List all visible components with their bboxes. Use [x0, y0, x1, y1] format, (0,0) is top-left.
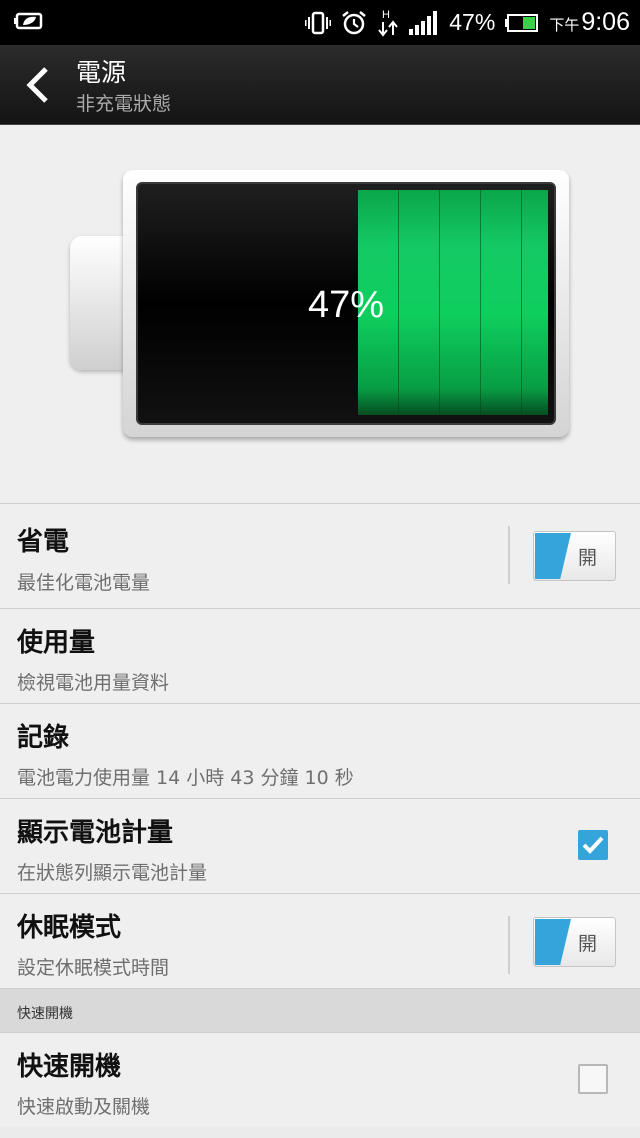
- divider: [508, 526, 510, 584]
- alarm-icon: [342, 10, 367, 34]
- setting-show-battery[interactable]: 顯示電池計量 在狀態列顯示電池計量: [0, 798, 640, 893]
- setting-power-saver[interactable]: 省電 最佳化電池電量 開: [0, 503, 640, 608]
- back-button[interactable]: [12, 59, 64, 111]
- setting-subtitle: 快速啟動及關機: [17, 1096, 151, 1118]
- setting-title: 快速開機: [17, 1052, 122, 1082]
- toggle-knob: [535, 919, 571, 965]
- setting-history[interactable]: 記錄 電池電力使用量 14 小時 43 分鐘 10 秒: [0, 703, 640, 798]
- setting-title: 省電: [17, 527, 70, 557]
- fast-boot-checkbox[interactable]: [578, 1064, 608, 1094]
- setting-subtitle: 最佳化電池電量: [17, 572, 151, 594]
- battery-graphic: 47%: [0, 125, 640, 503]
- setting-title: 使用量: [17, 628, 96, 658]
- toggle-label: 開: [578, 547, 598, 569]
- setting-title: 顯示電池計量: [17, 818, 174, 848]
- action-bar: 電源 非充電狀態: [0, 45, 640, 125]
- setting-subtitle: 檢視電池用量資料: [17, 672, 170, 694]
- data-hspa-icon: H: [378, 9, 399, 37]
- battery-level-label: 47%: [307, 284, 385, 326]
- section-header-label: 快速開機: [17, 1006, 73, 1022]
- page-title: 電源: [76, 58, 127, 87]
- setting-subtitle: 設定休眠模式時間: [17, 957, 170, 979]
- setting-title: 休眠模式: [17, 913, 122, 943]
- toggle-label: 開: [578, 933, 598, 955]
- section-header-fast-boot: 快速開機: [0, 988, 640, 1032]
- back-arrow-icon: [26, 67, 48, 103]
- setting-sleep-mode[interactable]: 休眠模式 設定休眠模式時間 開: [0, 893, 640, 988]
- setting-usage[interactable]: 使用量 檢視電池用量資料: [0, 608, 640, 703]
- signal-icon: [409, 10, 438, 35]
- status-bar: H 47% 下午 9:06: [0, 0, 640, 45]
- battery-cell: 47%: [136, 182, 556, 425]
- toggle-knob: [535, 533, 571, 579]
- power-saver-toggle[interactable]: 開: [533, 531, 616, 581]
- divider: [508, 916, 510, 974]
- battery-icon: [505, 13, 539, 32]
- power-saver-icon: [14, 9, 44, 33]
- svg-text:H: H: [382, 9, 390, 21]
- battery-percent-status: 47%: [449, 9, 496, 35]
- vibrate-icon: [305, 11, 332, 34]
- sleep-mode-toggle[interactable]: 開: [533, 917, 616, 967]
- clock: 下午 9:06: [549, 8, 630, 36]
- settings-list: 省電 最佳化電池電量 開 使用量 檢視電池用量資料 記錄 電池電力使用量 14 …: [0, 503, 640, 1127]
- show-battery-checkbox[interactable]: [578, 830, 608, 860]
- page-subtitle: 非充電狀態: [76, 93, 172, 115]
- setting-title: 記錄: [17, 723, 70, 753]
- setting-fast-boot[interactable]: 快速開機 快速啟動及關機: [0, 1032, 640, 1127]
- battery-body: 47%: [123, 170, 569, 437]
- setting-subtitle: 電池電力使用量 14 小時 43 分鐘 10 秒: [17, 767, 354, 789]
- setting-subtitle: 在狀態列顯示電池計量: [17, 862, 208, 884]
- checkmark-icon: [582, 836, 604, 854]
